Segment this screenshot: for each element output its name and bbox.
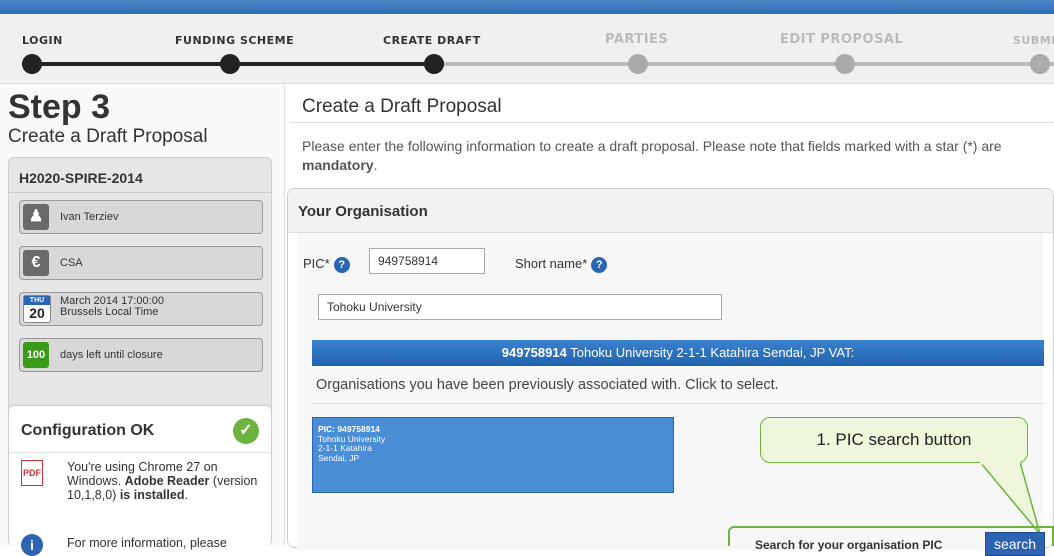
scheme-row: € CSA [19, 246, 263, 280]
step-dot-submit [1030, 54, 1050, 74]
user-row: ♟ Ivan Terziev [19, 200, 263, 234]
user-name: Ivan Terziev [60, 211, 119, 223]
days-left-text: days left until closure [60, 349, 163, 361]
step-funding-scheme[interactable]: FUNDING SCHEME [175, 34, 294, 47]
config-is: is [119, 488, 131, 502]
checkmark-icon: ✓ [233, 418, 259, 444]
card-street: 2-1-1 Katahira [318, 443, 372, 453]
card-city: Sendai, JP [318, 452, 360, 463]
divider [290, 122, 1054, 123]
help-icon[interactable]: ? [333, 256, 350, 273]
progress-steps: LOGIN FUNDING SCHEME CREATE DRAFT PARTIE… [0, 14, 1054, 84]
step-submit: SUBMIT [1013, 34, 1054, 47]
config-text: You're using Chrome 27 on Windows. Adobe… [67, 460, 258, 502]
organisation-header: Your Organisation [288, 189, 1053, 233]
days-left-badge: 100 [23, 342, 49, 368]
card-pic: PIC: 949758914 [318, 424, 380, 434]
config-installed: installed [133, 488, 185, 502]
previous-organisations-hint: Organisations you have been previously a… [316, 377, 779, 393]
step-heading: Step 3 [8, 88, 111, 126]
divider [312, 403, 1044, 404]
config-more-info: For more information, please [67, 536, 227, 550]
step-subtitle: Create a Draft Proposal [8, 126, 208, 147]
step-parties: PARTIES [605, 32, 669, 47]
deadline-text: March 2014 17:00:00 Brussels Local Time [60, 296, 164, 318]
intro-body: Please enter the following information t… [302, 138, 1002, 154]
card-name: Tohoku University [318, 433, 386, 444]
divider [9, 452, 271, 453]
organisation-title: Your Organisation [298, 203, 428, 220]
configuration-panel: Configuration OK ✓ PDF You're using Chro… [8, 405, 272, 556]
selected-pic: 949758914 [501, 345, 567, 360]
calendar-day-number: 20 [29, 305, 45, 321]
config-title: Configuration OK [21, 422, 155, 439]
pic-label-text: PIC* [303, 256, 330, 271]
selected-organisation-text: Tohoku University 2-1-1 Katahira Sendai,… [570, 345, 855, 360]
step-login[interactable]: LOGIN [22, 34, 63, 47]
step-dot-create [424, 54, 444, 74]
days-left-row: 100 days left until closure [19, 338, 263, 372]
search-button[interactable]: search [985, 532, 1045, 556]
info-icon: i [21, 534, 43, 556]
divider [9, 192, 271, 193]
page-title: Create a Draft Proposal [302, 96, 502, 117]
help-icon[interactable]: ? [591, 256, 608, 273]
scheme-name: CSA [60, 257, 83, 269]
organisation-name-input[interactable] [318, 294, 722, 320]
deadline-timezone: Brussels Local Time [60, 306, 159, 318]
step-dot-edit [835, 54, 855, 74]
person-icon: ♟ [23, 204, 49, 230]
intro-mandatory: mandatory [302, 157, 374, 173]
organisation-card[interactable]: PIC: 949758914 Tohoku University 2-1-1 K… [312, 417, 674, 493]
step-dot-login [22, 54, 42, 74]
pdf-icon: PDF [21, 460, 43, 486]
short-name-label-text: Short name* [515, 256, 588, 271]
intro-text: Please enter the following information t… [302, 138, 1002, 173]
calendar-icon: THU 20 [23, 295, 51, 323]
selected-organisation-bar[interactable]: 949758914 Tohoku University 2-1-1 Katahi… [312, 340, 1044, 366]
top-banner [0, 0, 1054, 14]
step-dot-parties [628, 54, 648, 74]
step-create-draft[interactable]: CREATE DRAFT [383, 34, 481, 47]
step-edit-proposal: EDIT PROPOSAL [780, 32, 904, 47]
pic-input[interactable] [369, 248, 485, 274]
call-info-panel: H2020-SPIRE-2014 ♟ Ivan Terziev € CSA TH… [8, 157, 272, 413]
pic-label: PIC*? [303, 256, 350, 273]
progress-line-todo [438, 62, 1054, 66]
deadline-row: THU 20 March 2014 17:00:00 Brussels Loca… [19, 292, 263, 326]
calendar-day-abbr: THU [24, 296, 50, 305]
search-pic-label: Search for your organisation PIC [755, 538, 943, 552]
step-dot-funding [220, 54, 240, 74]
adobe-reader-label: Adobe Reader [124, 474, 210, 488]
annotation-callout: 1. PIC search button [760, 417, 1028, 463]
organisation-panel: Your Organisation [287, 188, 1054, 549]
short-name-label: Short name*? [515, 256, 608, 273]
call-identifier: H2020-SPIRE-2014 [19, 170, 143, 186]
euro-icon: € [23, 250, 49, 276]
